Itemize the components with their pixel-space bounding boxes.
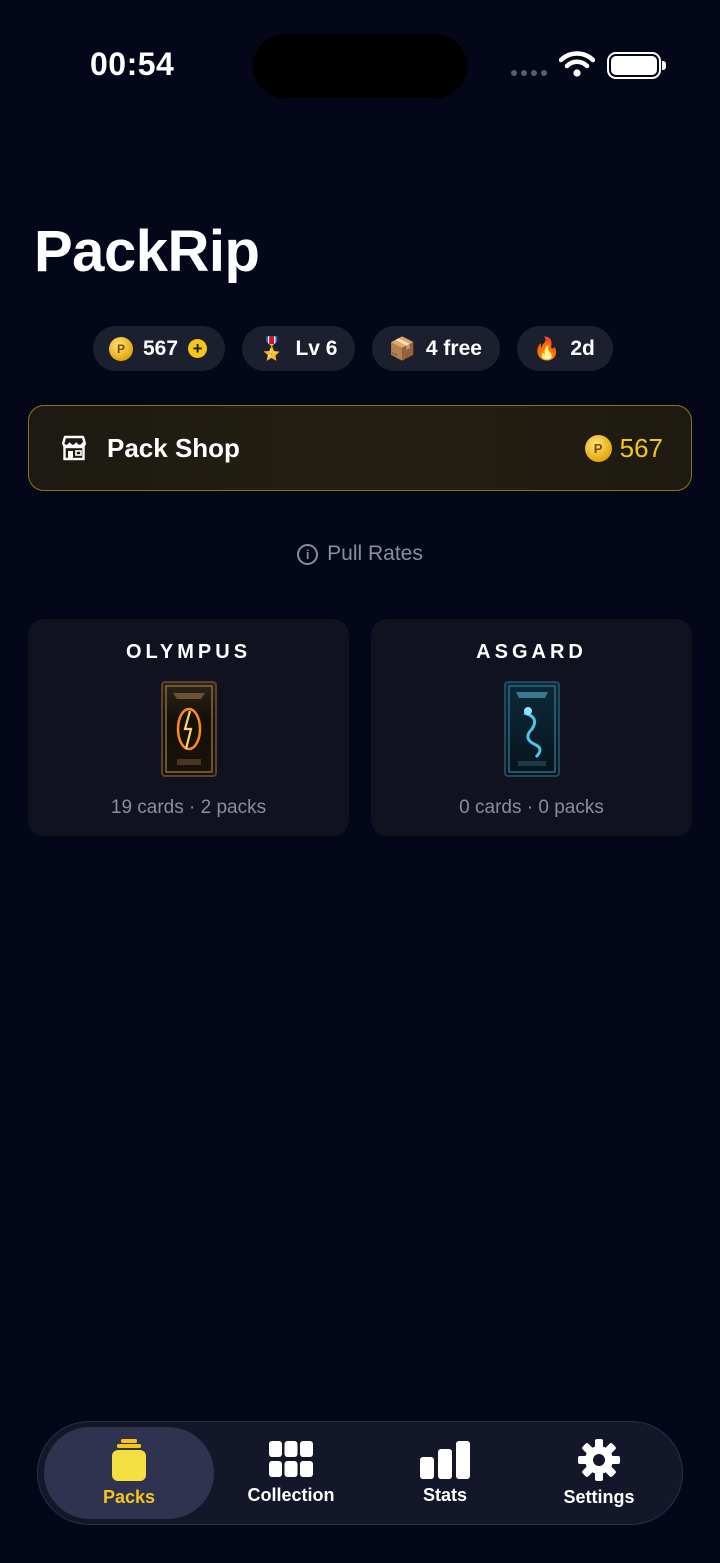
free-packs-label: 4 free [425,336,482,360]
info-icon: i [297,543,319,565]
status-time: 00:54 [90,46,175,82]
cellular-signal-icon [511,70,547,76]
packs-screen: 00:54 PackRip P 567 + 🎖️ Lv 6 📦 4 free 🔥… [0,0,720,1563]
packs-icon [112,1438,146,1481]
asgard-pack-image [503,681,560,777]
gear-icon [578,1438,620,1481]
streak-chip[interactable]: 🔥 2d [516,326,613,371]
medal-icon: 🎖️ [258,335,286,361]
coin-balance-value: 567 [143,336,179,360]
set-meta: 0 cards · 0 packs [459,797,604,818]
pack-shop-balance-value: 567 [619,432,663,463]
pack-shop-balance: P 567 [584,432,663,464]
tab-stats[interactable]: Stats [368,1427,522,1519]
coin-balance-chip[interactable]: P 567 + [93,326,226,371]
pull-rates-link[interactable]: i Pull Rates [0,542,720,566]
plus-icon[interactable]: + [188,339,208,358]
pack-shop-label: Pack Shop [107,432,240,463]
bar-chart-icon [420,1440,470,1479]
box-icon: 📦 [388,335,416,361]
fire-icon: 🔥 [532,335,561,361]
set-name: ASGARD [476,641,587,663]
level-label: Lv 6 [295,336,338,360]
tab-label: Settings [563,1486,635,1507]
set-card-olympus[interactable]: OLYMPUS 19 cards · 2 packs [28,619,349,836]
streak-label: 2d [570,336,595,360]
free-packs-chip[interactable]: 📦 4 free [372,326,500,371]
tab-label: Stats [422,1484,467,1505]
battery-icon [607,52,666,79]
pull-rates-label: Pull Rates [327,542,423,565]
grid-icon [269,1440,313,1477]
page-title: PackRip [34,219,260,284]
tab-packs[interactable]: Packs [44,1427,214,1519]
wifi-icon [559,51,595,77]
coin-icon: P [584,434,612,462]
store-icon [61,435,87,461]
set-card-asgard[interactable]: ASGARD 0 cards · 0 packs [371,619,692,836]
set-meta: 19 cards · 2 packs [110,797,267,818]
coin-icon: P [109,336,133,361]
level-chip[interactable]: 🎖️ Lv 6 [242,326,356,371]
tab-settings[interactable]: Settings [522,1427,676,1519]
tab-label: Collection [247,1484,335,1505]
tab-collection[interactable]: Collection [214,1427,368,1519]
stats-chips: P 567 + 🎖️ Lv 6 📦 4 free 🔥 2d [93,326,613,371]
olympus-pack-image [160,681,217,777]
tab-bar: Packs Collection Stats Settings [37,1421,683,1525]
set-name: OLYMPUS [125,641,252,663]
pack-shop-button[interactable]: Pack Shop P 567 [28,405,692,491]
dynamic-island [253,34,467,98]
tab-label: Packs [102,1486,156,1507]
